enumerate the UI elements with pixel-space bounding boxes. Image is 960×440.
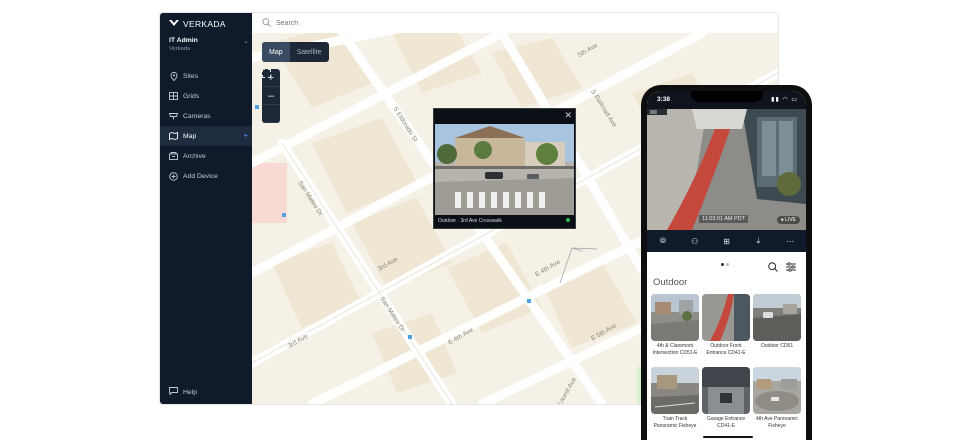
camera-thumbnail — [651, 367, 699, 414]
phone-screen: 3:38 ▮▮ ◠ ▭ 11:03:01 AM PDT ● LIVE ⦾ ⚇ ⊞… — [647, 91, 806, 440]
sidebar-item-add-device[interactable]: Add Device — [160, 166, 252, 186]
search-bar — [252, 13, 778, 33]
archive-icon — [169, 152, 178, 161]
camera-feed-image[interactable] — [435, 124, 574, 215]
add-circle-icon — [169, 171, 178, 181]
brand[interactable]: VERKADA — [169, 19, 226, 29]
camera-tile[interactable]: Outdoor Front Entrance CD41-E — [702, 294, 750, 363]
sidebar-item-sites[interactable]: Sites — [160, 66, 252, 86]
phone-camera-toolbar: ⦾ ⚇ ⊞ ⤓ ⋯ — [647, 230, 806, 252]
zoom-out-button[interactable]: – — [262, 87, 280, 105]
filter-icon[interactable] — [786, 259, 796, 277]
fullscreen-icon — [262, 69, 271, 78]
sidebar-item-label: Cameras — [183, 112, 211, 120]
sidebar-item-label: Grids — [183, 92, 200, 100]
camera-label: Outdoor CD51 — [760, 343, 794, 349]
live-badge: ● LIVE — [776, 216, 800, 224]
sidebar-item-cameras[interactable]: Cameras — [160, 106, 252, 126]
camera-label: Outdoor Front Entrance CD41-E — [706, 343, 746, 356]
camera-preview-popup[interactable]: ✕ Outdoor · 3rd Ave Crosswalk — [433, 108, 576, 229]
page-indicator — [721, 263, 729, 266]
help-label: Help — [183, 388, 197, 396]
help-link[interactable]: Help — [169, 387, 197, 397]
camera-thumbnail — [651, 294, 699, 341]
grid-icon[interactable]: ⊞ — [719, 237, 733, 246]
account-org: Verkada — [169, 46, 191, 52]
more-icon[interactable]: ⋯ — [783, 237, 797, 246]
sidebar-item-label: Sites — [183, 72, 199, 80]
sidebar-item-label: Add Device — [183, 172, 218, 180]
phone-status-bar: 3:38 ▮▮ ◠ ▭ — [647, 91, 806, 109]
camera-thumbnail — [753, 367, 801, 414]
sidebar-item-label: Map — [183, 132, 197, 140]
sidebar-item-map[interactable]: Map + — [160, 126, 252, 146]
home-indicator — [703, 436, 753, 438]
brand-name: VERKADA — [183, 19, 226, 29]
fullscreen-button[interactable] — [262, 69, 280, 123]
camera-tile[interactable]: Outdoor CD51 — [753, 294, 801, 363]
map-view-button[interactable]: Map — [262, 42, 290, 62]
sidebar-item-archive[interactable]: Archive — [160, 146, 252, 166]
zoom-controls: + – — [262, 69, 280, 123]
add-map-icon[interactable]: + — [243, 131, 248, 140]
phone-frame: 3:38 ▮▮ ◠ ▭ 11:03:01 AM PDT ● LIVE ⦾ ⚇ ⊞… — [641, 85, 812, 440]
camera-label: 4th Ave Panoramic Fisheye — [756, 416, 798, 429]
phone-notch — [691, 91, 763, 102]
status-time: 3:38 — [657, 96, 671, 103]
account-name: IT Admin — [169, 37, 198, 44]
search-icon — [262, 14, 271, 32]
camera-label: Garage Entrance CD41-E — [706, 416, 746, 429]
sidebar-item-grids[interactable]: Grids — [160, 86, 252, 106]
map-view-toggle: Map Satellite — [262, 42, 329, 62]
camera-tile[interactable]: 4th & Claremont Intersection CD51-E — [651, 294, 699, 363]
map-icon — [169, 132, 178, 141]
stage: VERKADA IT Admin Verkada ⌄ Sites Grids C… — [0, 0, 960, 440]
search-input[interactable] — [276, 19, 476, 27]
signal-wifi-battery-icon: ▮▮ ◠ ▭ — [771, 97, 798, 103]
search-icon[interactable] — [768, 259, 778, 277]
close-icon[interactable]: ✕ — [564, 110, 572, 121]
account-switcher[interactable]: IT Admin Verkada ⌄ — [169, 37, 249, 52]
camera-thumbnail — [702, 367, 750, 414]
section-title: Outdoor — [653, 277, 688, 288]
camera-thumbnail — [702, 294, 750, 341]
camera-feed-scene — [435, 124, 574, 215]
help-icon — [169, 387, 178, 397]
live-timestamp: 11:03:01 AM PDT — [699, 215, 749, 223]
satellite-view-button[interactable]: Satellite — [290, 42, 329, 62]
camera-tile[interactable]: 4th Ave Panoramic Fisheye — [753, 367, 801, 436]
face-search-icon[interactable]: ⦾ — [656, 236, 670, 246]
camera-thumbnail — [753, 294, 801, 341]
camera-icon — [169, 112, 178, 121]
camera-label: Train Track Panoramic Fisheye — [653, 416, 697, 429]
pin-icon — [169, 71, 178, 81]
online-status-dot — [566, 218, 570, 222]
sidebar-nav: Sites Grids Cameras Map + Archive Add De… — [160, 66, 252, 186]
camera-tile[interactable]: Train Track Panoramic Fisheye — [651, 367, 699, 436]
live-camera-view[interactable]: 11:03:01 AM PDT ● LIVE — [647, 109, 806, 230]
sidebar: VERKADA IT Admin Verkada ⌄ Sites Grids C… — [160, 13, 252, 404]
camera-caption: Outdoor · 3rd Ave Crosswalk — [438, 218, 502, 224]
live-camera-scene — [647, 109, 806, 230]
camera-tile[interactable]: Garage Entrance CD41-E — [702, 367, 750, 436]
grid-icon — [169, 92, 178, 101]
camera-label: 4th & Claremont Intersection CD51-E — [652, 343, 698, 356]
chevron-down-icon[interactable]: ⌄ — [243, 37, 249, 45]
history-icon[interactable]: ⤓ — [751, 236, 765, 246]
people-icon[interactable]: ⚇ — [688, 237, 702, 246]
camera-grid: 4th & Claremont Intersection CD51-E Outd… — [651, 294, 803, 436]
sidebar-item-label: Archive — [183, 152, 206, 160]
verkada-logo-icon — [169, 20, 179, 26]
